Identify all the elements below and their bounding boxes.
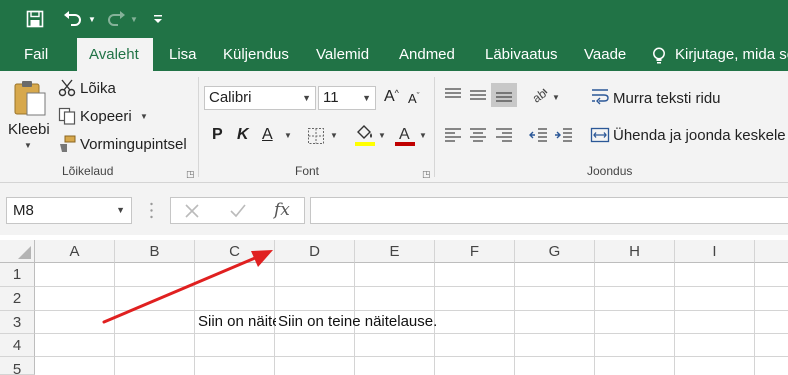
tab-formulas[interactable]: Valemid [304, 38, 381, 71]
undo-dropdown-icon[interactable]: ▼ [86, 7, 98, 31]
svg-text:ab: ab [530, 86, 549, 104]
top-align-icon[interactable] [442, 85, 464, 105]
clipboard-group-label: Lõikelaud [62, 164, 114, 178]
orientation-dropdown-icon[interactable]: ▼ [552, 93, 560, 102]
copy-button[interactable]: Kopeeri [80, 108, 132, 125]
fill-color-icon[interactable] [354, 123, 376, 147]
tab-view[interactable]: Vaade [572, 38, 638, 71]
bold-button[interactable]: P [212, 126, 223, 144]
redo-icon[interactable] [104, 7, 128, 31]
clipboard-launcher-icon[interactable]: ◳ [186, 169, 195, 180]
copy-icon[interactable] [58, 107, 76, 125]
align-center-icon[interactable] [467, 125, 489, 145]
title-bar: ▼ ▼ [0, 0, 788, 38]
font-name-select[interactable]: Calibri ▼ [204, 86, 316, 110]
cut-button[interactable]: Lõika [80, 80, 116, 97]
borders-icon[interactable] [306, 126, 326, 146]
svg-text:A: A [399, 126, 410, 143]
name-box-value: M8 [13, 202, 34, 219]
font-size-value: 11 [323, 89, 339, 106]
save-icon[interactable] [22, 7, 48, 31]
italic-button[interactable]: K [237, 126, 249, 144]
chevron-down-icon: ▼ [116, 205, 125, 215]
chevron-down-icon: ▼ [302, 93, 311, 103]
formula-bar-grip-icon[interactable] [150, 202, 153, 219]
font-name-value: Calibri [209, 89, 252, 106]
decrease-indent-icon[interactable] [528, 125, 550, 145]
paste-icon[interactable] [12, 79, 48, 117]
tab-insert[interactable]: Lisa [157, 38, 209, 71]
formula-bar: M8 ▼ fx [0, 183, 788, 235]
scissors-icon[interactable] [58, 79, 76, 97]
ribbon-home: Kleebi ▼ Lõika Kopeeri ▼ Vormingupintsel… [0, 71, 788, 183]
format-painter-button[interactable]: Vormingupintsel [80, 136, 187, 153]
annotation-arrow-icon [102, 250, 273, 324]
group-separator [198, 77, 199, 177]
cancel-icon[interactable] [184, 203, 200, 224]
underline-dropdown-icon[interactable]: ▼ [284, 131, 292, 140]
font-launcher-icon[interactable]: ◳ [422, 169, 431, 180]
chevron-down-icon: ▼ [362, 93, 371, 103]
group-separator [434, 77, 435, 177]
merge-center-button[interactable]: Ühenda ja joonda keskele [613, 127, 786, 144]
lightbulb-icon [652, 47, 666, 70]
name-box[interactable]: M8 ▼ [6, 197, 132, 224]
tell-me-box[interactable]: Kirjutage, mida se [675, 38, 788, 71]
font-size-select[interactable]: 11 ▼ [318, 86, 376, 110]
merge-center-icon[interactable] [590, 125, 610, 145]
borders-dropdown-icon[interactable]: ▼ [330, 131, 338, 140]
fill-color-dropdown-icon[interactable]: ▼ [378, 131, 386, 140]
worksheet-grid: A B C D E F G H I 1 2 3 4 5 Siin on näit… [0, 235, 788, 375]
undo-icon[interactable] [60, 7, 86, 31]
tab-review[interactable]: Läbivaatus [473, 38, 570, 71]
format-painter-icon[interactable] [58, 135, 76, 153]
font-color-dropdown-icon[interactable]: ▼ [419, 131, 427, 140]
paste-dropdown-icon[interactable]: ▼ [24, 141, 32, 150]
alignment-group-label: Joondus [587, 164, 633, 178]
font-group-label: Font [295, 164, 320, 178]
decrease-font-size-button[interactable]: Aˇ [408, 91, 420, 106]
formula-buttons: fx [170, 197, 305, 224]
insert-function-icon[interactable]: fx [274, 200, 290, 220]
enter-icon[interactable] [229, 203, 247, 224]
wrap-text-button[interactable]: Murra teksti ridu [613, 90, 721, 107]
middle-align-icon[interactable] [467, 85, 489, 105]
wrap-text-icon[interactable] [590, 86, 610, 106]
formula-input[interactable] [310, 197, 788, 224]
tab-data[interactable]: Andmed [387, 38, 467, 71]
ribbon-tabs: Fail Avaleht Lisa Küljendus Valemid Andm… [0, 38, 788, 71]
tab-file[interactable]: Fail [12, 38, 60, 71]
align-right-icon[interactable] [493, 125, 515, 145]
underline-button[interactable]: A [262, 126, 273, 144]
increase-indent-icon[interactable] [553, 125, 575, 145]
increase-font-size-button[interactable]: A^ [384, 88, 399, 106]
tab-home[interactable]: Avaleht [77, 38, 153, 71]
paste-button[interactable]: Kleebi [8, 121, 50, 138]
copy-dropdown-icon[interactable]: ▼ [140, 112, 148, 121]
customize-qat-icon[interactable] [150, 7, 166, 31]
orientation-icon[interactable]: ab [528, 85, 550, 105]
font-color-icon[interactable]: A [394, 123, 416, 147]
bottom-align-icon[interactable] [491, 83, 517, 107]
redo-dropdown-icon[interactable]: ▼ [128, 7, 140, 31]
align-left-icon[interactable] [442, 125, 464, 145]
tab-page-layout[interactable]: Küljendus [211, 38, 301, 71]
